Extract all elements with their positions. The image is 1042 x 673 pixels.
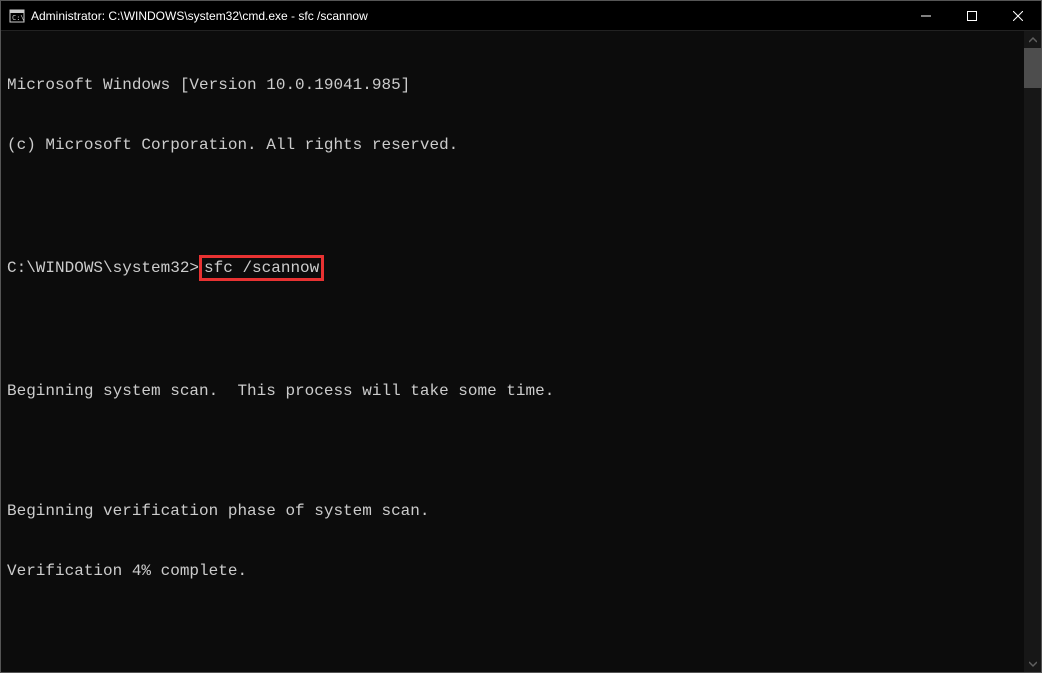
terminal-output[interactable]: Microsoft Windows [Version 10.0.19041.98… (1, 31, 1024, 672)
content-area: Microsoft Windows [Version 10.0.19041.98… (1, 31, 1041, 672)
prompt-text: C:\WINDOWS\system32> (7, 258, 199, 278)
scroll-up-arrow-icon[interactable] (1024, 31, 1041, 48)
command-text: sfc /scannow (204, 259, 319, 277)
cmd-window: C:\ Administrator: C:\WINDOWS\system32\c… (0, 0, 1042, 673)
scroll-thumb[interactable] (1024, 48, 1041, 88)
verification-begin-line: Beginning verification phase of system s… (7, 501, 1018, 521)
blank-line (7, 321, 1018, 341)
titlebar[interactable]: C:\ Administrator: C:\WINDOWS\system32\c… (1, 1, 1041, 31)
vertical-scrollbar[interactable] (1024, 31, 1041, 672)
verification-progress-line: Verification 4% complete. (7, 561, 1018, 581)
scroll-track[interactable] (1024, 48, 1041, 655)
cmd-icon: C:\ (9, 8, 25, 24)
window-controls (903, 1, 1041, 30)
minimize-button[interactable] (903, 1, 949, 30)
blank-line (7, 441, 1018, 461)
window-title: Administrator: C:\WINDOWS\system32\cmd.e… (31, 9, 903, 23)
scan-begin-line: Beginning system scan. This process will… (7, 381, 1018, 401)
copyright-line: (c) Microsoft Corporation. All rights re… (7, 135, 1018, 155)
scroll-down-arrow-icon[interactable] (1024, 655, 1041, 672)
version-line: Microsoft Windows [Version 10.0.19041.98… (7, 75, 1018, 95)
svg-text:C:\: C:\ (12, 14, 25, 22)
maximize-button[interactable] (949, 1, 995, 30)
blank-line (7, 195, 1018, 215)
command-highlight: sfc /scannow (199, 255, 324, 281)
prompt-line: C:\WINDOWS\system32> sfc /scannow (7, 255, 1018, 281)
close-button[interactable] (995, 1, 1041, 30)
